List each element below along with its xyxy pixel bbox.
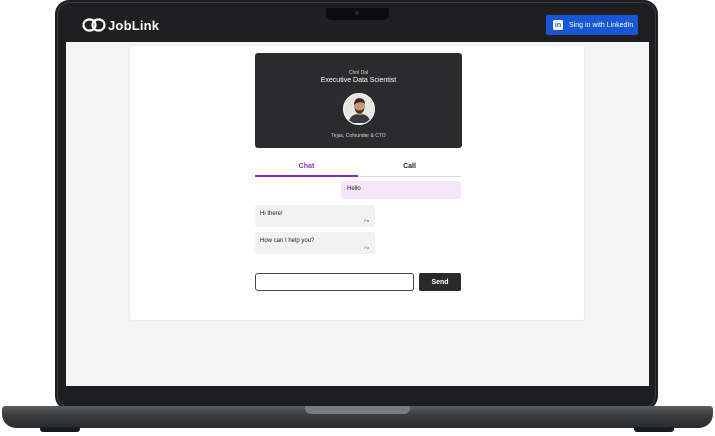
laptop-foot-left bbox=[40, 427, 80, 432]
send-button[interactable]: Send bbox=[419, 273, 461, 291]
laptop-foot-right bbox=[634, 427, 674, 432]
tab-chat[interactable]: Chat bbox=[255, 163, 358, 170]
message-text: Hello bbox=[347, 186, 361, 192]
profile-name: Chol Dal bbox=[348, 70, 369, 76]
profile-subtitle: Tejas, Cofounder & CTO bbox=[331, 133, 386, 139]
laptop-opening-groove bbox=[305, 406, 410, 414]
active-tab-indicator bbox=[255, 175, 358, 177]
message-incoming: Hi there! Fa bbox=[255, 205, 375, 227]
screen: JobLink in Sing in with LinkedIn Chol Da… bbox=[66, 8, 649, 386]
person-avatar-icon bbox=[344, 94, 374, 123]
chat-call-tabs: Chat Call bbox=[255, 160, 461, 177]
tab-call[interactable]: Call bbox=[358, 163, 461, 170]
camera-icon bbox=[355, 11, 359, 15]
link-logo-icon bbox=[82, 18, 106, 32]
profile-title: Executive Data Scientist bbox=[320, 77, 397, 84]
chat-card: Chol Dal Executive Data Scientist Tejas,… bbox=[129, 45, 585, 321]
linkedin-signin-button[interactable]: in Sing in with LinkedIn bbox=[546, 15, 638, 35]
message-sender: Fa bbox=[364, 245, 369, 250]
linkedin-icon: in bbox=[553, 20, 563, 30]
message-text: How can I help you? bbox=[260, 238, 315, 244]
avatar bbox=[343, 93, 375, 125]
brand-name: JobLink bbox=[108, 17, 160, 33]
message-text: Hi there! bbox=[260, 211, 283, 217]
message-input[interactable] bbox=[255, 273, 414, 291]
message-incoming: How can I help you? Fa bbox=[255, 232, 375, 254]
message-outgoing: Hello bbox=[341, 181, 461, 199]
linkedin-signin-label: Sing in with LinkedIn bbox=[569, 21, 634, 29]
message-sender: Fa bbox=[364, 218, 369, 223]
profile-card: Chol Dal Executive Data Scientist Tejas,… bbox=[255, 53, 462, 148]
brand-logo[interactable]: JobLink bbox=[82, 17, 159, 33]
